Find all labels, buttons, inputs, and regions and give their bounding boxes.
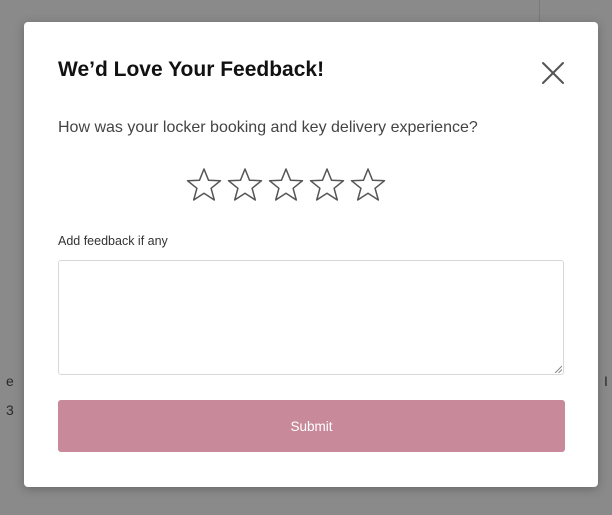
rating-question: How was your locker booking and key deli… [58,119,478,136]
background-text-fragment: I [604,373,608,389]
star-outline-icon [227,168,263,201]
star-outline-icon [268,168,304,201]
close-button[interactable] [540,60,566,86]
close-icon [542,62,564,84]
feedback-textarea[interactable] [58,260,564,375]
star-outline-icon [350,168,386,201]
background-text-fragment: e [6,373,14,389]
star-2-button[interactable] [226,166,264,204]
submit-button[interactable]: Submit [58,400,565,452]
star-outline-icon [186,168,222,201]
background-divider [539,0,540,22]
feedback-modal: We’d Love Your Feedback! How was your lo… [24,22,598,487]
star-4-button[interactable] [308,166,346,204]
feedback-label: Add feedback if any [58,234,168,248]
star-5-button[interactable] [349,166,387,204]
resize-grip-icon[interactable] [554,365,562,373]
star-3-button[interactable] [267,166,305,204]
background-text-fragment: 3 [6,402,14,418]
star-outline-icon [309,168,345,201]
star-1-button[interactable] [185,166,223,204]
star-rating [185,166,387,204]
modal-title: We’d Love Your Feedback! [58,58,325,81]
